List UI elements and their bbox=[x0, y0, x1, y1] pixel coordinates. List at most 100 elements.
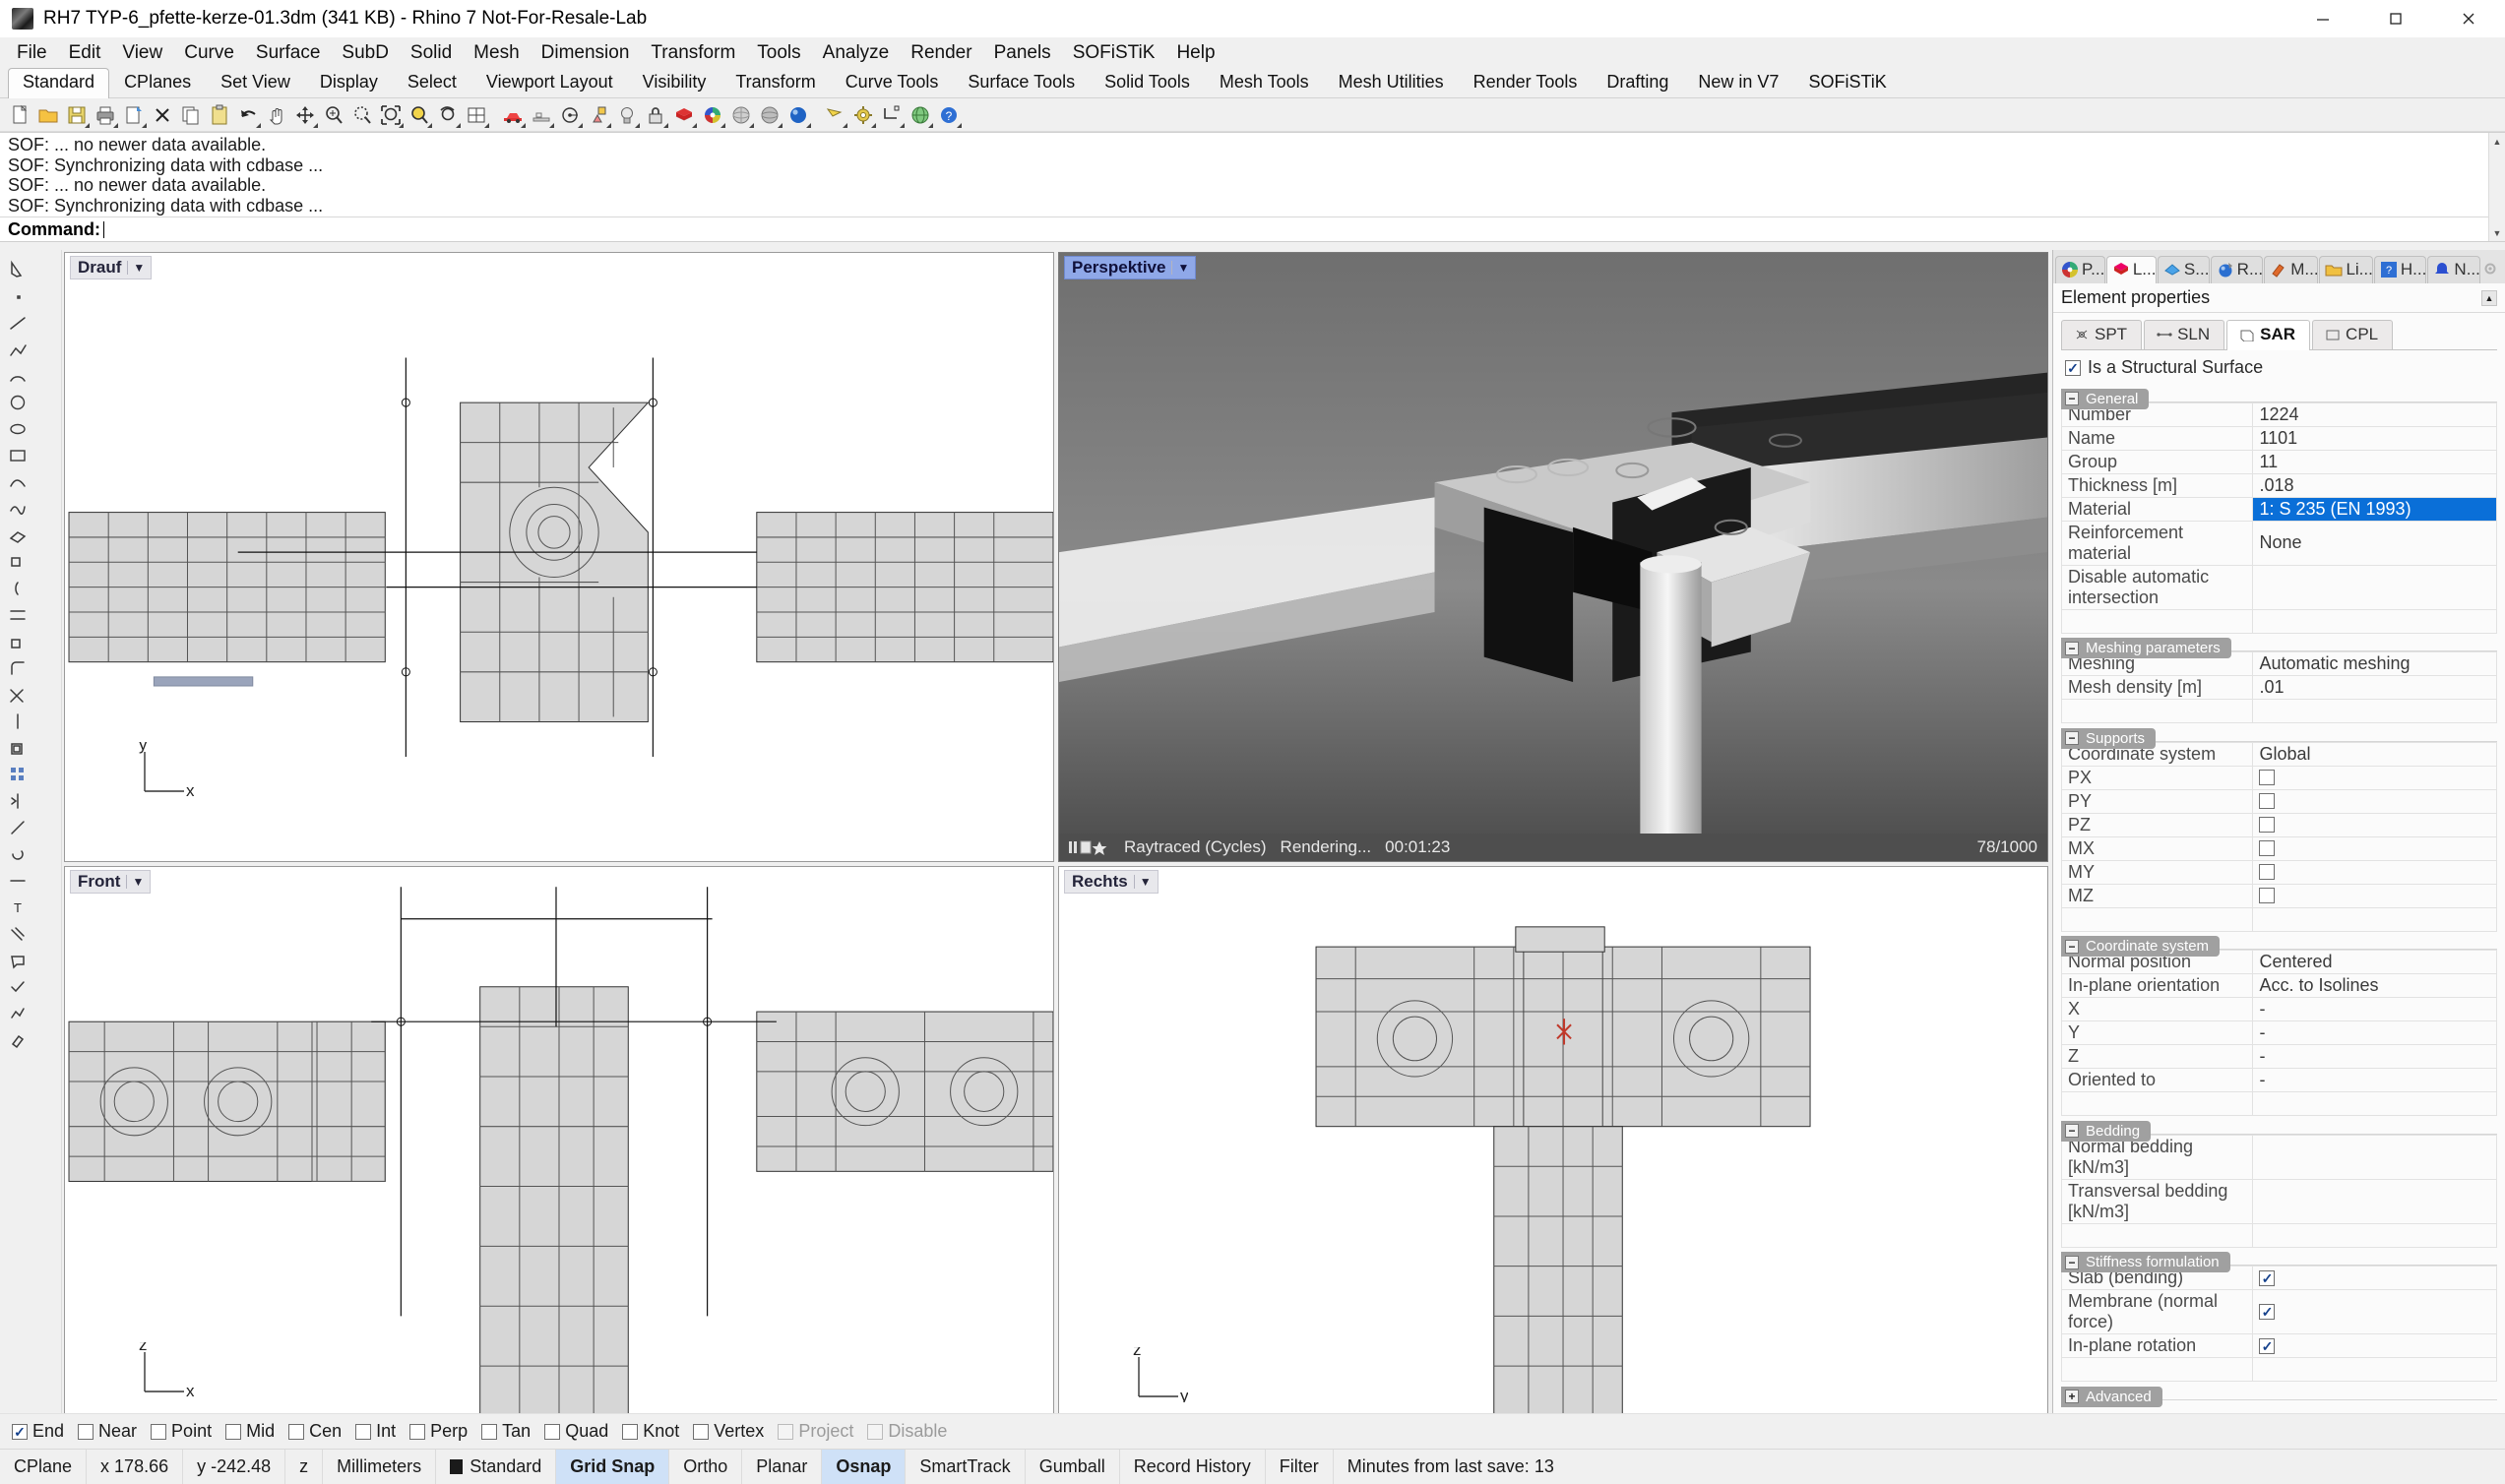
viewport-title-rechts[interactable]: Rechts ▼ bbox=[1064, 870, 1159, 894]
panel-tab-materials[interactable]: M... bbox=[2264, 256, 2318, 283]
osnap-checkbox-int[interactable] bbox=[355, 1424, 371, 1440]
property-value[interactable]: 11 bbox=[2253, 450, 2497, 473]
property-value[interactable]: 1101 bbox=[2253, 426, 2497, 450]
menu-item-render[interactable]: Render bbox=[900, 38, 982, 68]
pan-hand-icon[interactable] bbox=[263, 101, 290, 129]
property-value[interactable]: .018 bbox=[2253, 473, 2497, 497]
menu-item-analyze[interactable]: Analyze bbox=[812, 38, 901, 68]
gumball-icon[interactable] bbox=[821, 101, 848, 129]
zoom-extents-icon[interactable] bbox=[377, 101, 405, 129]
property-value[interactable] bbox=[2253, 836, 2497, 860]
group-header[interactable]: −Stiffness formulation bbox=[2061, 1252, 2230, 1272]
chevron-down-icon[interactable]: ▼ bbox=[126, 875, 149, 889]
osnap-checkbox-quad[interactable] bbox=[544, 1424, 560, 1440]
panel-tab-notifications[interactable]: N... bbox=[2427, 256, 2480, 283]
property-value[interactable]: - bbox=[2253, 1069, 2497, 1092]
toolbar-tab-display[interactable]: Display bbox=[305, 68, 393, 97]
group-header[interactable]: −Supports bbox=[2061, 728, 2156, 749]
close-button[interactable] bbox=[2432, 0, 2505, 37]
property-value[interactable]: Centered bbox=[2253, 951, 2497, 974]
osnap-disable[interactable]: Disable bbox=[867, 1421, 947, 1442]
render-car-icon[interactable] bbox=[499, 101, 527, 129]
osnap-checkbox-point[interactable] bbox=[151, 1424, 166, 1440]
shaded-sphere-icon[interactable] bbox=[727, 101, 755, 129]
polyline-icon[interactable] bbox=[4, 336, 31, 362]
mirror-icon[interactable] bbox=[4, 787, 31, 814]
cut-sheet-icon[interactable] bbox=[120, 101, 148, 129]
split-icon[interactable] bbox=[4, 708, 31, 734]
toolbar-tab-transform[interactable]: Transform bbox=[720, 68, 830, 97]
toolbar-tab-select[interactable]: Select bbox=[393, 68, 471, 97]
panel-tab-sofistik[interactable]: S... bbox=[2158, 256, 2210, 283]
render-control-icons[interactable] bbox=[1069, 839, 1110, 855]
property-value[interactable]: Acc. to Isolines bbox=[2253, 974, 2497, 998]
circle-icon[interactable] bbox=[4, 389, 31, 415]
lock-icon[interactable] bbox=[642, 101, 669, 129]
property-value[interactable] bbox=[2253, 1290, 2497, 1334]
minimize-button[interactable] bbox=[2286, 0, 2359, 37]
boolean-icon[interactable] bbox=[4, 628, 31, 654]
rotate-icon[interactable] bbox=[4, 840, 31, 867]
osnap-checkbox-knot[interactable] bbox=[622, 1424, 638, 1440]
structural-surface-checkbox[interactable] bbox=[2065, 360, 2081, 376]
property-value[interactable]: None bbox=[2253, 521, 2497, 565]
undo-icon[interactable] bbox=[234, 101, 262, 129]
property-value[interactable]: - bbox=[2253, 1021, 2497, 1045]
blue-sphere-icon[interactable] bbox=[784, 101, 812, 129]
toolbar-tab-drafting[interactable]: Drafting bbox=[1592, 68, 1683, 97]
status-toggle-smarttrack[interactable]: SmartTrack bbox=[906, 1450, 1025, 1484]
delete-x-icon[interactable] bbox=[149, 101, 176, 129]
dimension-icon[interactable] bbox=[4, 867, 31, 894]
group-toggle-icon[interactable]: − bbox=[2065, 392, 2079, 405]
property-value[interactable] bbox=[2253, 766, 2497, 789]
property-value[interactable] bbox=[2253, 860, 2497, 884]
property-value[interactable] bbox=[2253, 1334, 2497, 1358]
group-header[interactable]: −General bbox=[2061, 389, 2149, 409]
freeform-icon[interactable] bbox=[4, 495, 31, 522]
menu-item-view[interactable]: View bbox=[111, 38, 173, 68]
element-tab-sar[interactable]: SAR bbox=[2226, 320, 2310, 350]
panel-tab-render[interactable]: R... bbox=[2211, 256, 2264, 283]
offset-icon[interactable] bbox=[4, 734, 31, 761]
status-toggle-record-history[interactable]: Record History bbox=[1120, 1450, 1266, 1484]
panel-tab-properties[interactable]: P... bbox=[2055, 256, 2105, 283]
osnap-checkbox-end[interactable] bbox=[12, 1424, 28, 1440]
panel-gear-icon[interactable] bbox=[2481, 260, 2499, 283]
property-value[interactable] bbox=[2253, 789, 2497, 813]
property-checkbox[interactable] bbox=[2259, 793, 2275, 809]
osnap-project[interactable]: Project bbox=[778, 1421, 853, 1442]
osnap-checkbox-perp[interactable] bbox=[409, 1424, 425, 1440]
menu-item-transform[interactable]: Transform bbox=[640, 38, 746, 68]
paint-icon[interactable] bbox=[4, 1026, 31, 1053]
command-prompt[interactable]: Command: bbox=[0, 216, 2505, 241]
toolbar-tab-visibility[interactable]: Visibility bbox=[628, 68, 721, 97]
zoom-target-icon[interactable] bbox=[406, 101, 433, 129]
array-icon[interactable] bbox=[4, 761, 31, 787]
property-checkbox[interactable] bbox=[2259, 1338, 2275, 1354]
viewport-perspektive[interactable]: Perspektive ▼ bbox=[1058, 252, 2048, 862]
property-value[interactable]: 1: S 235 (EN 1993) bbox=[2253, 497, 2497, 521]
property-value[interactable]: Global bbox=[2253, 742, 2497, 766]
toolbar-tab-sofistik[interactable]: SOFiSTiK bbox=[1793, 68, 1901, 97]
group-toggle-icon[interactable]: − bbox=[2065, 731, 2079, 745]
viewport-title-perspektive[interactable]: Perspektive ▼ bbox=[1064, 256, 1196, 279]
scale-icon[interactable] bbox=[4, 814, 31, 840]
viewport-rechts[interactable]: Rechts ▼ bbox=[1058, 866, 2048, 1456]
status-toggle-gumball[interactable]: Gumball bbox=[1026, 1450, 1120, 1484]
property-value[interactable] bbox=[2253, 1179, 2497, 1223]
named-position-icon[interactable] bbox=[585, 101, 612, 129]
osnap-vertex[interactable]: Vertex bbox=[693, 1421, 764, 1442]
move-icon[interactable] bbox=[291, 101, 319, 129]
group-header[interactable]: −Meshing parameters bbox=[2061, 638, 2231, 658]
arc-icon[interactable] bbox=[4, 362, 31, 389]
menu-item-file[interactable]: File bbox=[6, 38, 58, 68]
status-toggle-ortho[interactable]: Ortho bbox=[669, 1450, 742, 1484]
menu-item-curve[interactable]: Curve bbox=[173, 38, 245, 68]
osnap-checkbox-mid[interactable] bbox=[225, 1424, 241, 1440]
group-toggle-icon[interactable]: − bbox=[2065, 940, 2079, 954]
osnap-checkbox-near[interactable] bbox=[78, 1424, 94, 1440]
osnap-knot[interactable]: Knot bbox=[622, 1421, 679, 1442]
element-tab-cpl[interactable]: CPL bbox=[2312, 320, 2393, 349]
element-tab-sln[interactable]: SLN bbox=[2144, 320, 2224, 349]
distance-icon[interactable] bbox=[878, 101, 906, 129]
